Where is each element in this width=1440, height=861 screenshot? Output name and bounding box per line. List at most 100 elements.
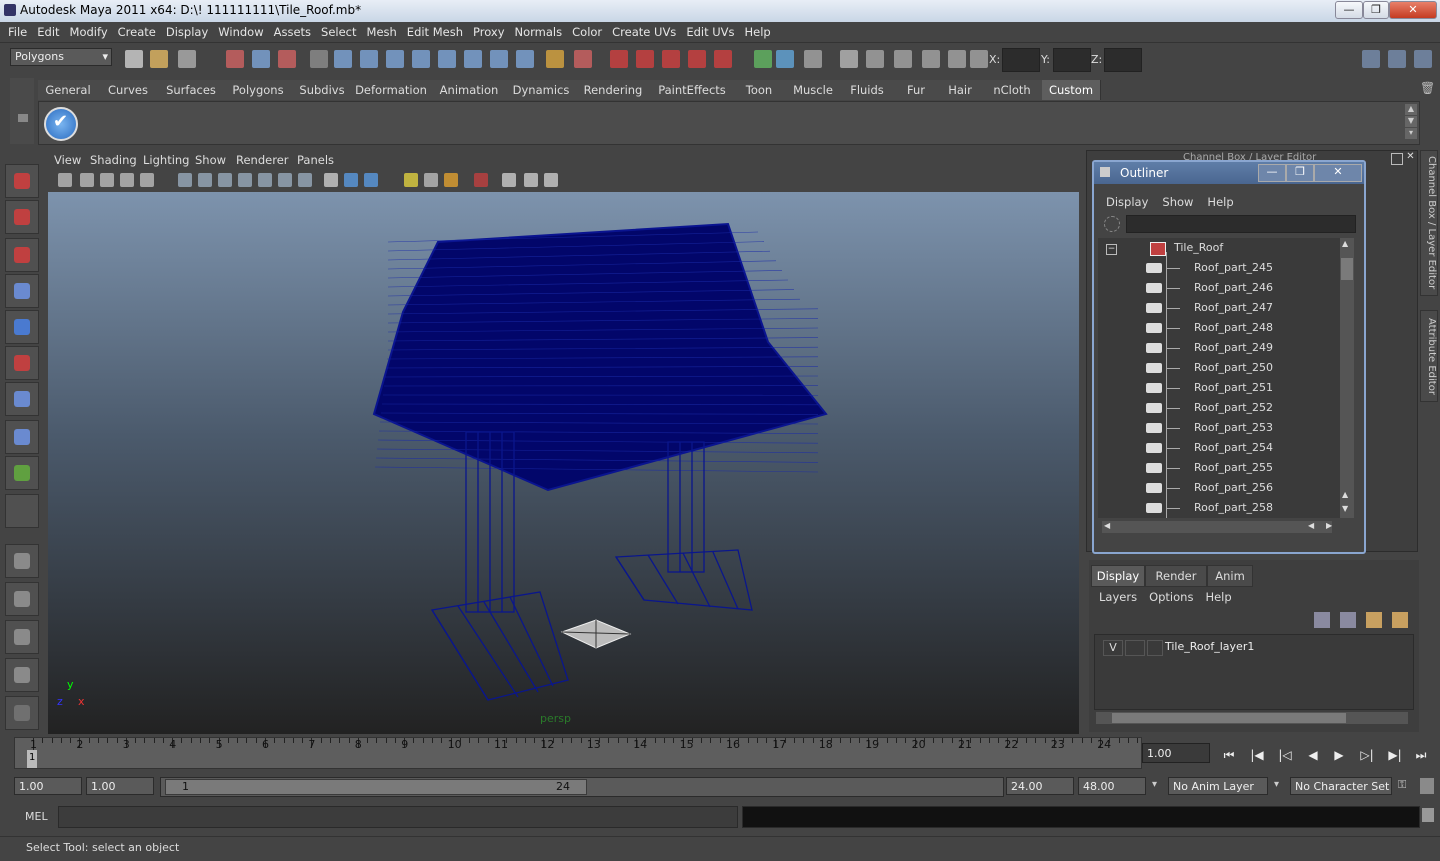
trash-icon[interactable]: 🗑 [1420,81,1435,95]
outliner-item[interactable]: Roof_part_248 [1194,318,1273,338]
shelf-tab-rendering[interactable]: Rendering [574,80,653,100]
playback-start-field[interactable]: 1.00 [86,777,154,795]
status-tool-icon[interactable] [438,50,456,68]
status-tool-icon[interactable] [278,50,296,68]
shelf-tab-hair[interactable]: Hair [938,80,983,100]
shelf-menu-handle[interactable] [10,78,34,144]
viewport-toolbar-icon[interactable] [324,173,338,187]
outliner-item[interactable]: Roof_part_251 [1194,378,1273,398]
go-to-start-icon[interactable]: ⏮ [1220,748,1238,764]
viewport-toolbar-icon[interactable] [278,173,292,187]
layer-tab-display[interactable]: Display [1091,565,1145,587]
chevron-down-icon[interactable]: ▾ [1152,779,1157,790]
menu-normals[interactable]: Normals [510,22,568,42]
outliner-search-input[interactable] [1126,215,1356,233]
outliner-item[interactable]: Roof_part_245 [1194,258,1273,278]
viewport-toolbar-icon[interactable] [474,173,488,187]
status-tool-icon[interactable] [310,50,328,68]
outliner-item[interactable]: Roof_part_247 [1194,298,1273,318]
shelf-scroll-down-icon[interactable]: ▼ [1405,116,1417,127]
expand-collapse-icon[interactable]: − [1106,244,1117,255]
viewport-menu-view[interactable]: View [54,151,81,169]
status-tool-icon[interactable] [360,50,378,68]
outliner-item[interactable]: Roof_part_253 [1194,418,1273,438]
viewport-menu-lighting[interactable]: Lighting [143,151,189,169]
show-manipulator-icon[interactable] [5,456,39,490]
lasso-tool-icon[interactable] [5,200,39,234]
layer-hscroll[interactable] [1096,712,1408,724]
status-tool-icon[interactable] [334,50,352,68]
outliner-item[interactable]: Roof_part_258 [1194,498,1273,518]
menu-color[interactable]: Color [567,22,607,42]
status-tool-icon[interactable] [636,50,654,68]
paint-select-tool-icon[interactable] [5,238,39,272]
show-hide-tool-settings-icon[interactable] [1388,50,1406,68]
shelf-tab-deformation[interactable]: Deformation [352,80,431,100]
status-tool-icon[interactable] [386,50,404,68]
viewport-toolbar-icon[interactable] [524,173,538,187]
status-tool-icon[interactable] [922,50,940,68]
shelf-tab-animation[interactable]: Animation [430,80,509,100]
shelf-tab-fur[interactable]: Fur [894,80,939,100]
status-tool-icon[interactable] [516,50,534,68]
outliner-menu-display[interactable]: Display [1106,195,1148,209]
outliner-menu-show[interactable]: Show [1162,195,1193,209]
status-tool-icon[interactable] [970,50,988,68]
z-input[interactable] [1104,48,1142,72]
menu-edit[interactable]: Edit [32,22,64,42]
status-tool-icon[interactable] [894,50,912,68]
outliner-vscroll-thumb[interactable] [1341,258,1353,280]
status-tool-icon[interactable] [464,50,482,68]
status-tool-icon[interactable] [804,50,822,68]
viewport-menu-show[interactable]: Show [195,151,226,169]
tab-attribute-editor[interactable]: Attribute Editor [1420,310,1438,402]
range-slider-bar[interactable]: 1 24 [165,779,587,795]
status-tool-icon[interactable] [125,50,143,68]
shelf-tab-custom[interactable]: Custom [1042,80,1101,100]
menu-create[interactable]: Create [113,22,161,42]
tile-roof-wireframe[interactable] [48,192,1079,734]
viewport-menu-renderer[interactable]: Renderer [236,151,289,169]
outliner-close-button[interactable]: ✕ [1314,164,1362,182]
outliner-item[interactable]: Roof_part_249 [1194,338,1273,358]
layer-visibility-toggle[interactable]: V [1103,640,1123,656]
menu-proxy[interactable]: Proxy [468,22,510,42]
viewport-toolbar-icon[interactable] [178,173,192,187]
status-tool-icon[interactable] [714,50,732,68]
shelf-scroll-menu-icon[interactable]: ▾ [1405,128,1417,139]
shelf-tab-surfaces[interactable]: Surfaces [158,80,225,100]
shelf-tab-dynamics[interactable]: Dynamics [508,80,575,100]
shelf-tab-general[interactable]: General [38,80,99,100]
viewport-toolbar-icon[interactable] [298,173,312,187]
play-backwards-icon[interactable]: ◀ [1304,748,1322,764]
layer-type-toggle[interactable] [1125,640,1145,656]
anim-layer-selector[interactable]: No Anim Layer [1168,777,1268,795]
outliner-item[interactable]: Roof_part_255 [1194,458,1273,478]
viewport-menu-shading[interactable]: Shading [90,151,137,169]
status-tool-icon[interactable] [574,50,592,68]
move-tool-icon[interactable] [5,274,39,308]
viewport-toolbar-icon[interactable] [258,173,272,187]
outliner-layout-icon[interactable] [5,620,39,654]
maximize-button[interactable]: ❐ [1363,1,1389,19]
viewport-toolbar-icon[interactable] [444,173,458,187]
show-hide-attribute-editor-icon[interactable] [1362,50,1380,68]
step-forward-key-icon[interactable]: ▶| [1386,748,1404,764]
select-tool-icon[interactable] [5,164,39,198]
menu-display[interactable]: Display [161,22,213,42]
status-tool-icon[interactable] [688,50,706,68]
layer-row[interactable]: VTile_Roof_layer1 [1099,639,1405,655]
outliner-item[interactable]: Roof_part_250 [1194,358,1273,378]
menu-create-uvs[interactable]: Create UVs [607,22,681,42]
status-tool-icon[interactable] [840,50,858,68]
viewport-toolbar-icon[interactable] [140,173,154,187]
status-tool-icon[interactable] [178,50,196,68]
four-view-layout-icon[interactable] [5,582,39,616]
menu-assets[interactable]: Assets [269,22,316,42]
outliner-item[interactable]: Roof_part_246 [1194,278,1273,298]
command-language-label[interactable]: MEL [25,810,48,823]
menu-edit-uvs[interactable]: Edit UVs [681,22,739,42]
viewport-toolbar-icon[interactable] [424,173,438,187]
viewport-toolbar-icon[interactable] [238,173,252,187]
scroll-left-icon[interactable]: ◀ [1104,521,1110,530]
